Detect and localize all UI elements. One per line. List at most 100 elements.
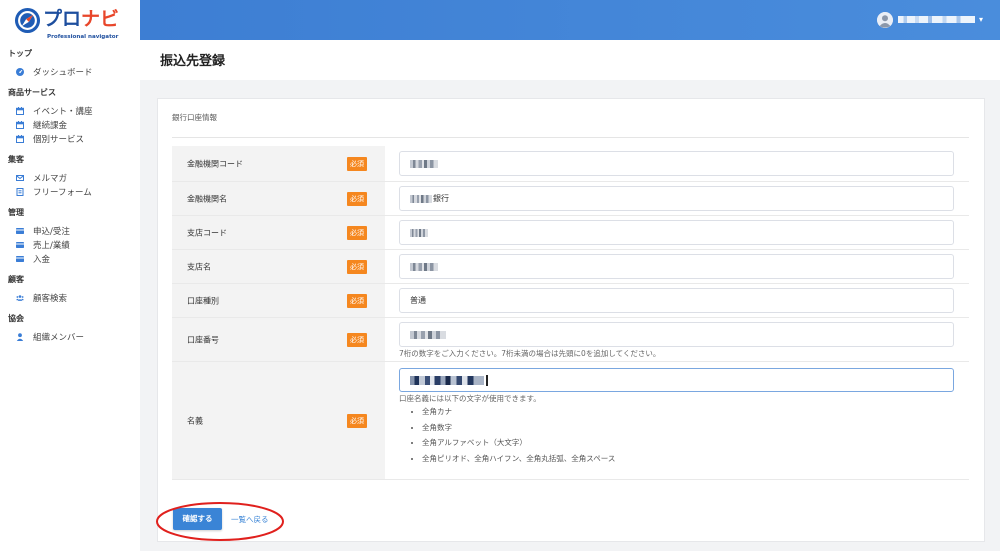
- nav-section-title: トップ: [8, 49, 32, 58]
- field-label: 金融機関コード: [187, 159, 243, 168]
- form-table: 金融機関コード 必須 金融機関名 必須 銀行 支店コード 必須 支店名 必須 口…: [172, 146, 969, 480]
- sidebar-item-label: フリーフォーム: [33, 188, 92, 198]
- user-menu[interactable]: ▾: [875, 10, 995, 30]
- list-item: 全角カナ: [422, 404, 954, 420]
- logo-wordmark: プロナビ: [43, 6, 119, 33]
- required-badge: 必須: [347, 332, 367, 347]
- masked-value: [410, 330, 446, 339]
- credit-card-icon: [16, 241, 24, 249]
- form-row: 支店名 必須: [172, 250, 969, 284]
- sidebar-item-sales[interactable]: 売上/業績: [0, 238, 140, 252]
- sidebar-item-free-form[interactable]: フリーフォーム: [0, 185, 140, 199]
- bank-name-input[interactable]: 銀行: [399, 186, 954, 211]
- dashboard-icon: [16, 68, 24, 76]
- required-badge: 必須: [347, 156, 367, 171]
- input-cell: 普通: [385, 284, 969, 317]
- label-cell: 口座番号 必須: [172, 318, 385, 361]
- form-row: 名義 必須 口座名義には以下の文字が使用できます。 全角カナ 全角数字 全角アル…: [172, 362, 969, 480]
- branch-name-input[interactable]: [399, 254, 954, 279]
- nav-section-top: トップ ダッシュボード: [0, 47, 140, 79]
- required-badge: 必須: [347, 191, 367, 206]
- masked-value: [410, 194, 432, 203]
- sidebar-item-individual-services[interactable]: 個別サービス: [0, 132, 140, 146]
- required-badge: 必須: [347, 225, 367, 240]
- nav-section-customers: 顧客 顧客検索: [0, 273, 140, 305]
- nav-section-title: 協会: [8, 314, 24, 323]
- field-label: 金融機関名: [187, 194, 227, 203]
- label-cell: 口座種別 必須: [172, 284, 385, 317]
- sidebar-item-dashboard[interactable]: ダッシュボード: [0, 65, 140, 79]
- input-cell: 7桁の数字をご入力ください。7桁未満の場合は先頭に0を追加してください。: [385, 318, 969, 361]
- logo-wordmark-part1: プロ: [43, 8, 82, 30]
- calendar-icon: [16, 135, 24, 143]
- masked-value: [410, 375, 484, 385]
- nav-section-title: 商品サービス: [8, 88, 56, 97]
- back-to-list-link[interactable]: 一覧へ戻る: [231, 514, 269, 526]
- masked-value: [410, 262, 438, 271]
- allowed-characters-list: 全角カナ 全角数字 全角アルファベット（大文字） 全角ピリオド、全角ハイフン、全…: [399, 404, 954, 466]
- input-cell: 銀行: [385, 182, 969, 215]
- field-label: 支店名: [187, 262, 211, 271]
- sidebar-item-label: 継続課金: [33, 121, 68, 131]
- nav-section-products: 商品サービス イベント・講座 継続課金 個別サービス: [0, 86, 140, 146]
- form-row: 金融機関コード 必須: [172, 146, 969, 182]
- nav-section-title: 集客: [8, 155, 24, 164]
- label-cell: 名義 必須: [172, 362, 385, 479]
- nav-section-title: 顧客: [8, 275, 24, 284]
- list-item: 全角アルファベット（大文字）: [422, 435, 954, 451]
- input-cell: [385, 250, 969, 283]
- sidebar-item-orders[interactable]: 申込/受注: [0, 224, 140, 238]
- input-value: 普通: [410, 296, 426, 305]
- sidebar-item-customer-search[interactable]: 顧客検索: [0, 291, 140, 305]
- confirm-button[interactable]: 確認する: [173, 508, 222, 530]
- form-row: 支店コード 必須: [172, 216, 969, 250]
- nav-section-marketing: 集客 メルマガ フリーフォーム: [0, 153, 140, 199]
- required-badge: 必須: [347, 413, 367, 428]
- sidebar-item-label: 個別サービス: [33, 135, 85, 145]
- sidebar-item-label: ダッシュボード: [33, 68, 93, 78]
- account-holder-help: 口座名義には以下の文字が使用できます。: [399, 394, 541, 403]
- masked-value: [410, 159, 438, 168]
- sidebar-item-payments[interactable]: 入金: [0, 252, 140, 266]
- file-icon: [16, 188, 24, 196]
- masked-value: [410, 228, 428, 237]
- account-holder-input[interactable]: [399, 368, 954, 392]
- bank-account-form-card: 銀行口座情報 金融機関コード 必須 金融機関名 必須 銀行 支店コード 必須 支…: [157, 98, 985, 542]
- sidebar-item-organization-members[interactable]: 組織メンバー: [0, 330, 140, 344]
- sidebar-item-label: メルマガ: [33, 174, 68, 184]
- label-cell: 支店名 必須: [172, 250, 385, 283]
- nav-section-title: 管理: [8, 208, 24, 217]
- sidebar-item-subscription[interactable]: 継続課金: [0, 118, 140, 132]
- logo-tagline: Professional navigator: [47, 34, 119, 40]
- label-cell: 金融機関コード 必須: [172, 146, 385, 181]
- sidebar-item-label: 申込/受注: [33, 227, 70, 237]
- bank-code-input[interactable]: [399, 151, 954, 176]
- sidebar-item-events[interactable]: イベント・講座: [0, 104, 140, 118]
- credit-card-icon: [16, 227, 24, 235]
- user-icon: [16, 333, 24, 341]
- field-label: 支店コード: [187, 228, 227, 237]
- input-cell: [385, 216, 969, 249]
- field-label: 口座番号: [187, 335, 219, 344]
- calendar-icon: [16, 107, 24, 115]
- app-logo[interactable]: プロナビ Professional navigator: [12, 6, 134, 44]
- top-header: ▾: [140, 0, 1000, 40]
- section-title: 銀行口座情報: [172, 113, 217, 122]
- sidebar-nav: トップ ダッシュボード 商品サービス イベント・講座 継続課金 個別サービス 集…: [0, 47, 140, 351]
- branch-code-input[interactable]: [399, 220, 954, 245]
- sidebar-item-label: イベント・講座: [33, 107, 93, 117]
- masked-username: [898, 16, 975, 23]
- account-number-help: 7桁の数字をご入力ください。7桁未満の場合は先頭に0を追加してください。: [399, 349, 661, 358]
- label-cell: 支店コード 必須: [172, 216, 385, 249]
- sidebar-item-newsletter[interactable]: メルマガ: [0, 171, 140, 185]
- sidebar-item-label: 売上/業績: [33, 241, 70, 251]
- field-label: 口座種別: [187, 296, 219, 305]
- field-label: 名義: [187, 416, 203, 425]
- page-title-bar: 振込先登録: [140, 40, 1000, 80]
- nav-section-management: 管理 申込/受注 売上/業績 入金: [0, 206, 140, 266]
- account-number-input[interactable]: [399, 322, 954, 347]
- divider: [172, 137, 969, 138]
- required-badge: 必須: [347, 259, 367, 274]
- account-type-input[interactable]: 普通: [399, 288, 954, 313]
- avatar-icon: [877, 12, 893, 28]
